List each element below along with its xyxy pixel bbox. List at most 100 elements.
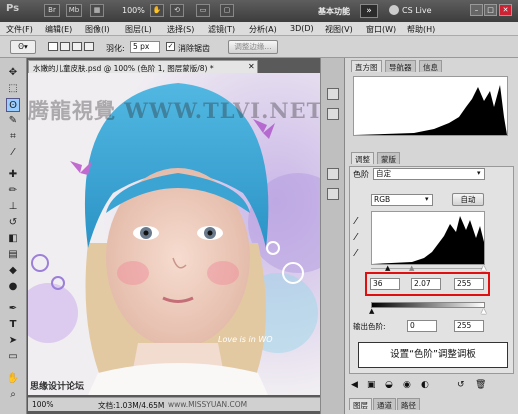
output-black-slider[interactable]: ▲	[369, 307, 374, 315]
menu-select[interactable]: 选择(S)	[167, 24, 194, 35]
tab-channels[interactable]: 通道	[373, 398, 396, 410]
chevron-down-icon[interactable]: ▾	[425, 195, 429, 203]
input-black-field[interactable]: 36	[370, 278, 400, 290]
cs-live-icon[interactable]	[389, 5, 399, 15]
input-gamma-field[interactable]: 2.07	[411, 278, 441, 290]
lasso-preset-icon[interactable]: ʘ▾	[10, 40, 36, 54]
tab-navigator[interactable]: 导航器	[385, 60, 416, 72]
zoom-tool-icon[interactable]: ⌕	[6, 388, 20, 402]
shape-tool-icon[interactable]: ▭	[6, 350, 20, 364]
move-tool-icon[interactable]: ✥	[6, 66, 20, 80]
workspace-more-button[interactable]: »	[360, 4, 378, 18]
black-point-slider[interactable]: ▲	[385, 264, 390, 272]
menu-view[interactable]: 视图(V)	[325, 24, 353, 35]
workspace-label[interactable]: 基本功能	[318, 6, 350, 17]
history-panel-icon[interactable]	[327, 168, 339, 180]
hand-tool-icon[interactable]: ✋	[6, 372, 20, 386]
view-previous-icon[interactable]: ◐	[421, 380, 429, 390]
reset-icon[interactable]: ↺	[457, 380, 465, 390]
delete-trash-icon[interactable]: 🗑	[475, 380, 486, 390]
feather-label: 羽化:	[106, 44, 125, 53]
auto-button[interactable]: 自动	[452, 193, 484, 206]
lasso-tool-icon[interactable]: ʘ	[6, 98, 20, 112]
intersect-selection-icon[interactable]	[84, 42, 94, 51]
tab-info[interactable]: 信息	[419, 60, 442, 72]
tab-adjustments[interactable]: 调整	[351, 152, 374, 164]
gamma-slider[interactable]: ▲	[409, 264, 414, 272]
white-eyedropper-icon[interactable]: ⁄	[355, 248, 357, 259]
gray-eyedropper-icon[interactable]: ⁄	[355, 232, 357, 243]
add-selection-icon[interactable]	[60, 42, 70, 51]
screen-mode-icon[interactable]: ▢	[220, 4, 234, 17]
eyedropper-tool-icon[interactable]: ⁄	[6, 146, 20, 160]
tab-histogram[interactable]: 直方图	[351, 60, 382, 72]
expand-view-icon[interactable]: ▣	[367, 380, 376, 390]
dodge-tool-icon[interactable]: ●	[6, 280, 20, 294]
chevron-down-icon[interactable]: ▾	[477, 169, 481, 177]
menu-edit[interactable]: 编辑(E)	[45, 24, 72, 35]
blur-tool-icon[interactable]: ◆	[6, 264, 20, 278]
mini-bridge-icon[interactable]: Mb	[66, 4, 82, 17]
cs-live-label[interactable]: CS Live	[402, 6, 432, 15]
back-arrow-icon[interactable]: ◀	[351, 380, 358, 390]
pen-tool-icon[interactable]: ✒	[6, 302, 20, 316]
brush-tool-icon[interactable]: ✏	[6, 184, 20, 198]
white-point-slider[interactable]: ▲	[481, 264, 486, 272]
black-eyedropper-icon[interactable]: ⁄	[355, 216, 357, 227]
menu-layer[interactable]: 图层(L)	[125, 24, 152, 35]
output-white-slider[interactable]: ▲	[481, 307, 486, 315]
menu-window[interactable]: 窗口(W)	[366, 24, 396, 35]
channel-dropdown[interactable]: RGB	[371, 194, 433, 206]
tab-masks[interactable]: 蒙版	[377, 152, 400, 164]
bridge-icon[interactable]: Br	[44, 4, 60, 17]
eraser-tool-icon[interactable]: ◧	[6, 232, 20, 246]
tab-layers[interactable]: 图层	[349, 398, 372, 410]
new-selection-icon[interactable]	[48, 42, 58, 51]
clip-layer-icon[interactable]: ◒	[385, 380, 393, 390]
menu-help[interactable]: 帮助(H)	[407, 24, 435, 35]
rotate-view-icon[interactable]: ⟲	[170, 4, 184, 17]
close-button[interactable]: ✕	[499, 4, 512, 16]
menu-analysis[interactable]: 分析(A)	[249, 24, 277, 35]
feather-input[interactable]: 5 px	[130, 41, 160, 53]
zoom-level[interactable]: 100%	[122, 6, 145, 15]
menu-3d[interactable]: 3D(D)	[290, 24, 314, 33]
view-extras-icon[interactable]: ▦	[90, 4, 104, 17]
minimize-button[interactable]: –	[470, 4, 483, 16]
title-bar: Ps Br Mb ▦ 100% ✋ ⟲ ▭ ▢ 基本功能 » CS Live –…	[0, 0, 518, 22]
antialias-checkbox[interactable]: ✓	[166, 42, 175, 51]
gradient-tool-icon[interactable]: ▤	[6, 248, 20, 262]
actions-panel-icon[interactable]	[327, 188, 339, 200]
status-zoom[interactable]: 100%	[32, 400, 53, 409]
maximize-button[interactable]: □	[484, 4, 497, 16]
subtract-selection-icon[interactable]	[72, 42, 82, 51]
color-panel-icon[interactable]	[327, 88, 339, 100]
levels-histogram	[371, 211, 485, 265]
quick-select-tool-icon[interactable]: ✎	[6, 114, 20, 128]
clone-stamp-tool-icon[interactable]: ⊥	[6, 200, 20, 214]
image-canvas[interactable]: 腾龍視覺 WWW.TLVI.NET Love is in WO 思缘设计论坛	[28, 73, 320, 395]
tab-paths[interactable]: 路径	[397, 398, 420, 410]
input-white-field[interactable]: 255	[454, 278, 484, 290]
preset-dropdown[interactable]: 自定	[373, 168, 485, 180]
marquee-tool-icon[interactable]: ⬚	[6, 82, 20, 96]
type-tool-icon[interactable]: T	[6, 318, 20, 332]
menu-image[interactable]: 图像(I)	[85, 24, 110, 35]
visibility-eye-icon[interactable]: ◉	[403, 380, 411, 390]
path-select-tool-icon[interactable]: ➤	[6, 334, 20, 348]
antialias-label: 消除锯齿	[178, 44, 210, 53]
arrange-documents-icon[interactable]: ▭	[196, 4, 210, 17]
close-tab-icon[interactable]: ✕	[248, 62, 255, 71]
healing-brush-tool-icon[interactable]: ✚	[6, 168, 20, 182]
history-brush-tool-icon[interactable]: ↺	[6, 216, 20, 230]
swatches-panel-icon[interactable]	[327, 108, 339, 120]
output-white-field[interactable]: 255	[454, 320, 484, 332]
watermark-url: www.MISSYUAN.COM	[168, 400, 248, 409]
output-black-field[interactable]: 0	[407, 320, 437, 332]
hand-tool-icon[interactable]: ✋	[150, 4, 164, 17]
menu-file[interactable]: 文件(F)	[6, 24, 33, 35]
crop-tool-icon[interactable]: ⌗	[6, 130, 20, 144]
document-tab[interactable]: 水嫩的儿童皮肤.psd @ 100% (色阶 1, 图层蒙版/8) *	[28, 60, 258, 73]
menu-filter[interactable]: 滤镜(T)	[208, 24, 235, 35]
refine-edge-button[interactable]: 调整边缘...	[228, 40, 278, 54]
